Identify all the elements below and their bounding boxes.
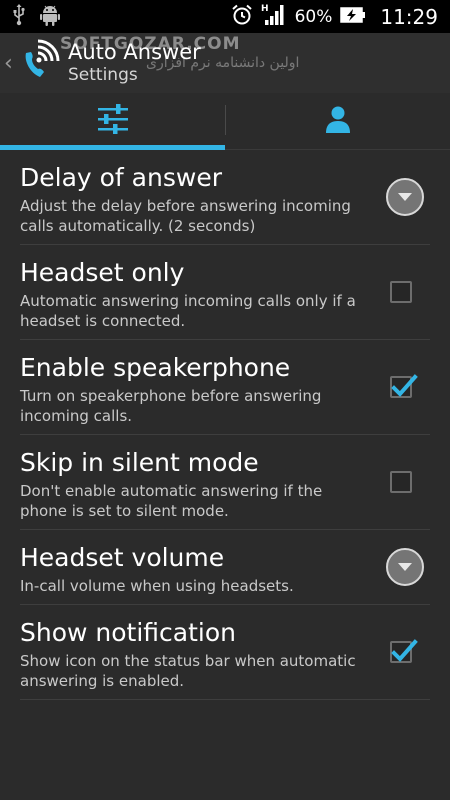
action-bar: ‹ Auto Answer Settings SOFTGOZAR.COM اول… <box>0 33 450 93</box>
pref-title: Headset volume <box>20 543 225 572</box>
chevron-down-icon <box>398 193 412 201</box>
pref-summary: Automatic answering incoming calls only … <box>20 292 356 330</box>
pref-headset-only[interactable]: Headset only Automatic answering incomin… <box>20 245 430 340</box>
tab-contacts[interactable] <box>225 93 450 149</box>
checkbox-unchecked[interactable] <box>390 281 412 303</box>
person-icon <box>323 104 353 138</box>
app-title: Auto Answer <box>68 40 201 64</box>
pref-title: Show notification <box>20 618 236 647</box>
pref-summary: In-call volume when using headsets. <box>20 577 294 595</box>
up-navigation[interactable]: ‹ <box>0 33 64 93</box>
checkbox-checked[interactable] <box>390 639 418 663</box>
pref-title: Enable speakerphone <box>20 353 291 382</box>
network-type-label: H <box>261 4 269 14</box>
pref-title: Delay of answer <box>20 163 222 192</box>
pref-headset-volume[interactable]: Headset volume In-call volume when using… <box>20 530 430 605</box>
clock: 11:29 <box>380 4 438 29</box>
pref-summary: Show icon on the status bar when automat… <box>20 652 356 690</box>
tab-settings[interactable] <box>0 93 225 150</box>
checkmark-icon <box>391 374 418 397</box>
battery-percent: 60% <box>294 6 333 27</box>
android-debug-icon <box>40 4 60 30</box>
usb-icon <box>12 3 26 30</box>
checkmark-icon <box>391 639 418 662</box>
tab-bar <box>0 93 450 150</box>
alarm-icon <box>231 4 253 30</box>
app-subtitle: Settings <box>68 65 138 85</box>
dropdown-button[interactable] <box>386 548 424 586</box>
dropdown-button[interactable] <box>386 178 424 216</box>
app-logo-icon <box>16 39 64 87</box>
pref-skip-in-silent-mode[interactable]: Skip in silent mode Don't enable automat… <box>20 435 430 530</box>
pref-summary: Turn on speakerphone before answering in… <box>20 387 322 425</box>
pref-summary: Adjust the delay before answering incomi… <box>20 197 351 235</box>
pref-summary: Don't enable automatic answering if the … <box>20 482 323 520</box>
pref-title: Headset only <box>20 258 185 287</box>
battery-charging-icon <box>340 6 366 28</box>
status-bar: H 60% 11:29 <box>0 0 450 33</box>
checkbox-checked[interactable] <box>390 374 418 398</box>
pref-delay-of-answer[interactable]: Delay of answer Adjust the delay before … <box>20 150 430 245</box>
chevron-down-icon <box>398 563 412 571</box>
preference-list: Delay of answer Adjust the delay before … <box>0 150 450 700</box>
pref-enable-speakerphone[interactable]: Enable speakerphone Turn on speakerphone… <box>20 340 430 435</box>
signal-icon: H <box>261 3 287 31</box>
pref-title: Skip in silent mode <box>20 448 259 477</box>
back-chevron-icon: ‹ <box>4 50 13 76</box>
sliders-icon <box>96 104 130 138</box>
pref-show-notification[interactable]: Show notification Show icon on the statu… <box>20 605 430 700</box>
checkbox-unchecked[interactable] <box>390 471 412 493</box>
